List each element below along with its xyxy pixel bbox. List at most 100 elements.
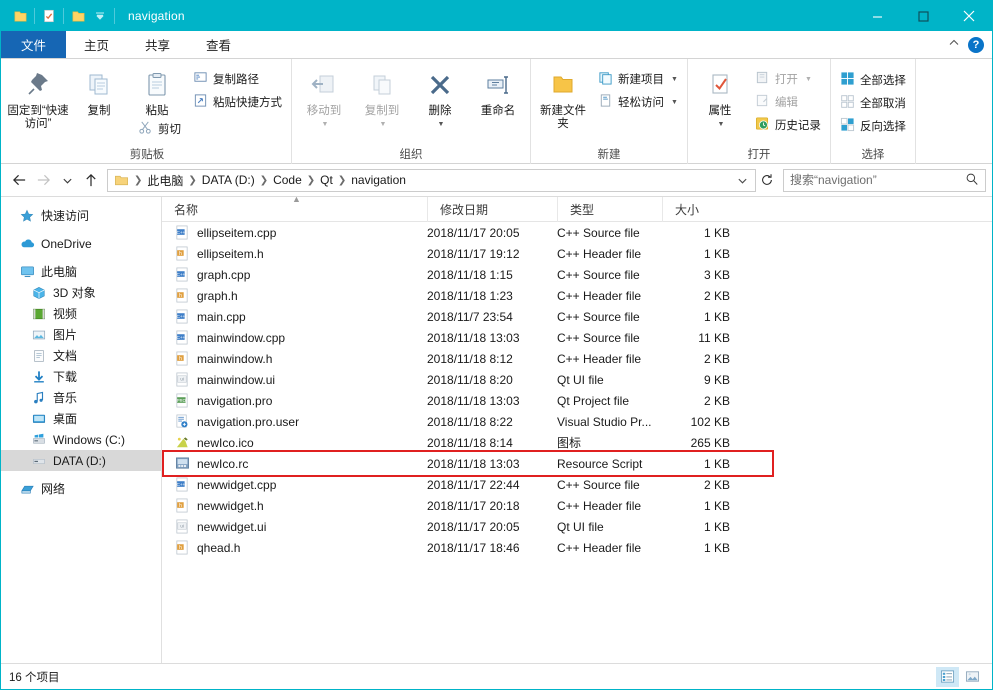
breadcrumb-item-1[interactable]: DATA (D:) (198, 170, 259, 191)
chevron-down-icon[interactable]: ▼ (717, 118, 724, 131)
chevron-down-icon[interactable]: ▼ (671, 99, 678, 106)
new-folder-icon[interactable] (67, 5, 89, 27)
sidebar-item-label: Windows (C:) (53, 432, 126, 447)
cut-button[interactable]: 剪切 (133, 118, 186, 140)
search-input[interactable] (790, 173, 965, 187)
explorer-window: navigation 文件 主页 共享 查看 ? 固定到“快速访问” 复制 粘贴… (0, 0, 993, 690)
table-row[interactable]: PRO navigation.pro 2018/11/18 13:03 Qt P… (162, 390, 992, 411)
move-to-button[interactable]: 移动到 ▼ (296, 63, 352, 141)
new-folder-icon (550, 67, 576, 103)
video-icon (31, 306, 47, 322)
tab-view[interactable]: 查看 (188, 31, 250, 58)
paste-button[interactable]: 粘贴 (129, 63, 185, 118)
sidebar-item-label: 视频 (53, 307, 78, 321)
chevron-up-icon[interactable] (948, 37, 960, 52)
file-name: mainwindow.ui (197, 372, 276, 387)
copy-button[interactable]: 复制 (71, 63, 127, 141)
properties-button[interactable]: 属性 ▼ (692, 63, 748, 141)
table-row[interactable]: newIco.ico 2018/11/18 8:14 图标 265 KB (162, 432, 992, 453)
table-row[interactable]: C++ ellipseitem.cpp 2018/11/17 20:05 C++… (162, 222, 992, 243)
recent-locations-button[interactable] (55, 168, 79, 192)
file-type: C++ Header file (557, 540, 642, 555)
table-row[interactable]: navigation.pro.user 2018/11/18 8:22 Visu… (162, 411, 992, 432)
column-name[interactable]: 名称 ▲ (162, 197, 427, 222)
sidebar-item-videos[interactable]: 视频 (1, 303, 161, 324)
sidebar-item-network[interactable]: 网络 (1, 478, 161, 499)
back-button[interactable] (7, 168, 31, 192)
tab-file[interactable]: 文件 (1, 31, 67, 58)
breadcrumb-item-0[interactable]: 此电脑 (143, 170, 187, 191)
chevron-down-icon[interactable]: ▼ (671, 76, 678, 83)
sidebar-item-windows-c[interactable]: Windows (C:) (1, 429, 161, 450)
breadcrumb-dropdown-icon[interactable] (732, 175, 753, 186)
sidebar-item-data-d[interactable]: DATA (D:) (1, 450, 161, 471)
pin-to-quick-access-button[interactable]: 固定到“快速访问” (7, 63, 69, 141)
new-item-button[interactable]: 新建项目 ▼ (593, 68, 683, 90)
breadcrumb[interactable]: ❯ 此电脑 ❯ DATA (D:) ❯ Code ❯ Qt ❯ navigati… (107, 168, 756, 192)
table-row[interactable]: h newwidget.h 2018/11/17 20:18 C++ Heade… (162, 495, 992, 516)
maximize-button[interactable] (900, 1, 946, 31)
table-row[interactable]: h qhead.h 2018/11/17 18:46 C++ Header fi… (162, 537, 992, 558)
open-button[interactable]: 打开 ▼ (750, 68, 826, 90)
search-box[interactable] (783, 168, 986, 192)
copy-path-button[interactable]: 复制路径 (188, 68, 287, 90)
table-row[interactable]: ui newwidget.ui 2018/11/17 20:05 Qt UI f… (162, 516, 992, 537)
help-icon[interactable]: ? (968, 36, 984, 53)
search-icon[interactable] (965, 172, 979, 189)
sidebar-item-3d-objects[interactable]: 3D 对象 (1, 282, 161, 303)
table-row[interactable]: ui mainwindow.ui 2018/11/18 8:20 Qt UI f… (162, 369, 992, 390)
open-icon (755, 70, 770, 88)
properties-icon[interactable] (38, 5, 60, 27)
large-icons-view-button[interactable] (961, 667, 984, 687)
breadcrumb-item-2[interactable]: Code (269, 170, 306, 191)
forward-button[interactable] (31, 168, 55, 192)
minimize-button[interactable] (854, 1, 900, 31)
column-type[interactable]: 类型 (557, 197, 662, 222)
sidebar-item-downloads[interactable]: 下载 (1, 366, 161, 387)
group-select-title: 选择 (861, 149, 885, 161)
sidebar-item-desktop[interactable]: 桌面 (1, 408, 161, 429)
tab-home[interactable]: 主页 (66, 31, 128, 58)
table-row[interactable]: C++ main.cpp 2018/11/7 23:54 C++ Source … (162, 306, 992, 327)
file-name: graph.cpp (197, 267, 251, 282)
breadcrumb-icon-item[interactable] (110, 170, 133, 191)
tab-share[interactable]: 共享 (127, 31, 189, 58)
column-date[interactable]: 修改日期 (427, 197, 557, 222)
history-button[interactable]: 历史记录 (750, 114, 826, 136)
delete-button[interactable]: 删除 ▼ (412, 63, 468, 141)
breadcrumb-item-3[interactable]: Qt (316, 170, 337, 191)
breadcrumb-item-4[interactable]: navigation (347, 170, 410, 191)
table-row[interactable]: C++ graph.cpp 2018/11/18 1:15 C++ Source… (162, 264, 992, 285)
folder-icon[interactable] (9, 5, 31, 27)
select-none-button[interactable]: 全部取消 (835, 92, 911, 114)
refresh-button[interactable] (756, 173, 778, 187)
sidebar-item-this-pc[interactable]: 此电脑 (1, 261, 161, 282)
details-view-button[interactable] (936, 666, 959, 687)
sidebar-item-onedrive[interactable]: OneDrive (1, 233, 161, 254)
edit-button[interactable]: 编辑 (750, 91, 826, 113)
chevron-down-icon[interactable]: ▼ (438, 118, 445, 131)
column-size[interactable]: 大小 (662, 197, 742, 222)
sidebar-item-documents[interactable]: 文档 (1, 345, 161, 366)
close-button[interactable] (946, 1, 992, 31)
table-row[interactable]: h graph.h 2018/11/18 1:23 C++ Header fil… (162, 285, 992, 306)
table-row[interactable]: h mainwindow.h 2018/11/18 8:12 C++ Heade… (162, 348, 992, 369)
table-row[interactable]: C++ mainwindow.cpp 2018/11/18 13:03 C++ … (162, 327, 992, 348)
sidebar-item-pictures[interactable]: 图片 (1, 324, 161, 345)
sidebar-item-music[interactable]: 音乐 (1, 387, 161, 408)
rename-button[interactable]: 重命名 (470, 63, 526, 141)
table-row[interactable]: h ellipseitem.h 2018/11/17 19:12 C++ Hea… (162, 243, 992, 264)
table-row[interactable]: C++ newwidget.cpp 2018/11/17 22:44 C++ S… (162, 474, 992, 495)
new-folder-button[interactable]: 新建文件夹 (535, 63, 591, 141)
select-all-button[interactable]: 全部选择 (835, 69, 911, 91)
file-name-cell: ui mainwindow.ui (162, 369, 427, 390)
new-item-label: 新建项目 (618, 74, 664, 86)
copy-to-button[interactable]: 复制到 ▼ (354, 63, 410, 141)
invert-selection-button[interactable]: 反向选择 (835, 115, 911, 137)
customize-dropdown-icon[interactable] (89, 5, 111, 27)
up-button[interactable] (79, 168, 103, 192)
sidebar-item-quick-access[interactable]: 快速访问 (1, 205, 161, 226)
paste-shortcut-button[interactable]: 粘贴快捷方式 (188, 91, 287, 113)
table-row[interactable]: newIco.rc 2018/11/18 13:03 Resource Scri… (162, 453, 992, 474)
easy-access-button[interactable]: 轻松访问 ▼ (593, 91, 683, 113)
